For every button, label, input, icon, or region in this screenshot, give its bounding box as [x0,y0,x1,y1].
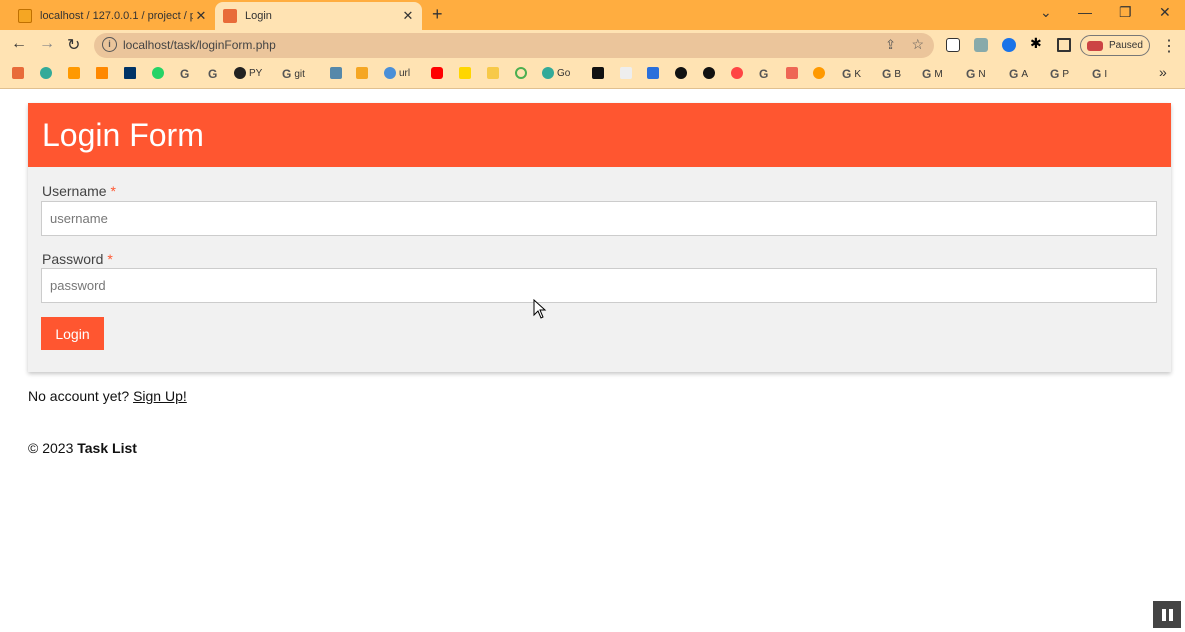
bookmark-item[interactable]: GM [922,67,943,81]
bookmark-item[interactable] [152,67,167,79]
url-text[interactable]: localhost/task/loginForm.php [123,38,276,52]
pause-icon [1168,608,1173,621]
bookmark-item[interactable] [647,67,662,79]
mouse-cursor-icon [533,299,547,319]
restore-button[interactable]: ❐ [1119,4,1132,21]
tab-close-icon[interactable]: ✕ [400,8,416,24]
bookmark-item[interactable]: Go [542,67,570,79]
profile-paused-button[interactable]: Paused [1080,35,1150,56]
new-tab-button[interactable]: + [432,4,443,25]
bookmark-item[interactable] [68,67,83,79]
forward-arrow-icon[interactable]: → [39,35,55,53]
more-bookmarks-icon[interactable]: » [1159,64,1167,80]
profile-status: Paused [1109,40,1143,51]
bookmark-item[interactable] [12,67,27,79]
username-input[interactable] [41,201,1157,236]
bookmark-item[interactable] [330,67,345,79]
bookmark-item[interactable]: G [180,67,192,81]
bookmarks-bar: G G PY Ggit url Go G GK GB GM GN GA GP G… [0,61,1185,89]
tab-login[interactable]: Login ✕ [215,2,422,30]
bookmark-item[interactable]: GA [1009,67,1028,81]
kebab-menu-icon[interactable]: ⋮ [1161,36,1177,56]
bookmark-item[interactable]: url [384,67,410,79]
tab-phpmyadmin[interactable]: localhost / 127.0.0.1 / project / p ✕ [10,2,215,30]
required-mark: * [110,183,116,199]
page-favicon-icon [223,9,237,23]
side-panel-icon[interactable] [1057,38,1071,52]
bookmark-item[interactable]: GB [882,67,901,81]
bookmark-item[interactable]: GK [842,67,861,81]
minimize-button[interactable]: — [1078,4,1092,20]
tab-title: localhost / 127.0.0.1 / project / p [40,10,193,22]
login-button[interactable]: Login [41,317,104,350]
bookmark-item[interactable] [96,67,111,79]
password-label: Password * [42,251,113,267]
bookmark-item[interactable]: G [208,67,220,81]
footer-brand: Task List [77,440,137,456]
bookmark-item[interactable]: G [759,67,771,81]
username-label: Username * [42,183,116,199]
bookmark-item[interactable] [786,67,801,79]
tab-close-icon[interactable]: ✕ [193,8,209,24]
tab-search-chevron-icon[interactable]: ⌄ [1040,4,1052,21]
bookmark-item[interactable] [40,67,55,79]
bookmark-item[interactable]: GN [966,67,986,81]
page-title: Login Form [28,103,1171,167]
required-mark: * [107,251,113,267]
bookmark-item[interactable] [731,67,746,79]
share-icon[interactable]: ⇪ [885,37,896,53]
pause-icon [1161,608,1166,621]
tab-bar: localhost / 127.0.0.1 / project / p ✕ Lo… [0,0,1185,30]
footer: © 2023 Task List [28,440,137,456]
extension-icon[interactable] [974,38,988,52]
copyright-text: © 2023 [28,440,74,456]
bookmark-item[interactable] [515,67,530,79]
bookmark-star-icon[interactable]: ☆ [911,36,924,53]
bookmark-item[interactable]: Ggit [282,67,305,81]
bookmark-item[interactable] [813,67,828,79]
pause-button[interactable] [1153,601,1181,628]
bookmark-item[interactable] [356,67,371,79]
tab-title: Login [245,10,272,22]
bookmark-item[interactable] [703,67,718,79]
youtube-bookmark-icon[interactable] [431,67,446,79]
bookmark-item[interactable] [487,67,502,79]
extension-icon[interactable] [1002,38,1016,52]
bookmark-item[interactable] [459,67,474,79]
avatar [1087,40,1103,51]
signup-prompt: No account yet? Sign Up! [28,388,187,404]
bookmark-item[interactable] [592,67,607,79]
back-arrow-icon[interactable]: ← [11,35,27,53]
password-input[interactable] [41,268,1157,303]
bookmark-item[interactable]: GP [1050,67,1069,81]
site-info-icon[interactable]: i [102,37,117,52]
login-card: Login Form Username * Password * Login [28,103,1171,372]
bookmark-item[interactable] [675,67,690,79]
browser-toolbar: ← → ↻ i localhost/task/loginForm.php ⇪ ☆… [0,30,1185,61]
bookmark-item[interactable]: PY [234,67,262,79]
bookmark-item[interactable]: GI [1092,67,1107,81]
phpmyadmin-favicon-icon [18,9,32,23]
bookmark-item[interactable] [620,67,635,79]
puzzle-extensions-icon[interactable]: ✱ [1030,35,1044,51]
bookmark-item[interactable] [124,67,139,79]
panda-extension-icon[interactable] [946,38,960,52]
close-window-button[interactable]: ✕ [1159,4,1171,21]
signup-link[interactable]: Sign Up! [133,388,187,404]
reload-icon[interactable]: ↻ [67,35,80,55]
address-bar[interactable]: i localhost/task/loginForm.php ⇪ ☆ [94,33,934,58]
